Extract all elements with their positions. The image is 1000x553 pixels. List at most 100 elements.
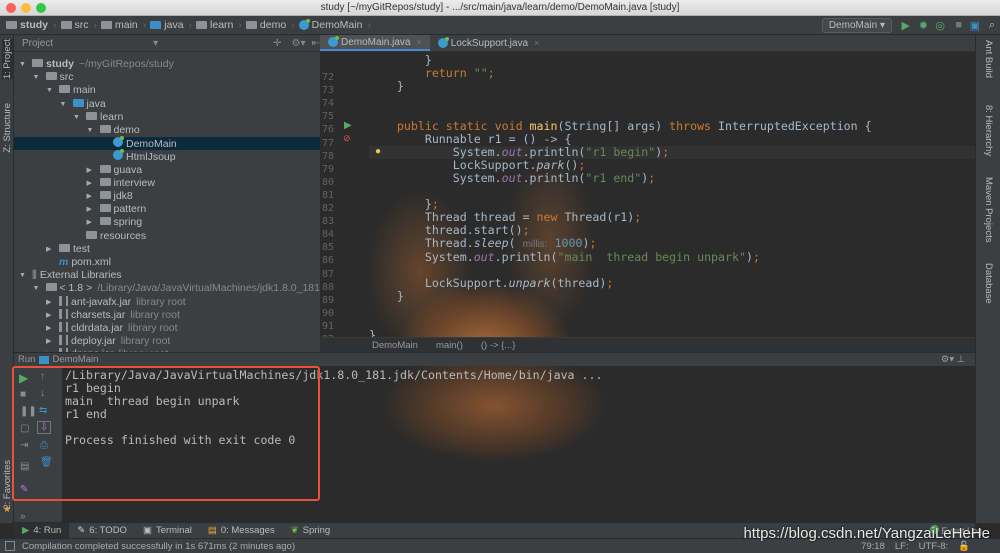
lightbulb-icon[interactable]: ● [375,146,381,157]
tree-item[interactable]: ▶ cldrdata.jar library root [14,322,320,335]
breadcrumb-item[interactable]: DemoMain › [298,19,371,31]
run-gutter-icon[interactable]: ▶ [344,120,352,131]
tree-item[interactable]: ▶ deploy.jar library root [14,335,320,348]
project-structure-button[interactable]: ▣ [970,19,980,32]
code-editor[interactable]: DemoMain.java × LockSupport.java × 72 73 74 75… [320,35,975,352]
tree-item[interactable]: ▶ guava [14,164,320,177]
tool-tab-maven-projects[interactable]: Maven Projects [983,177,994,242]
breadcrumb-item[interactable]: demo › [245,19,295,31]
locate-icon[interactable]: ✛ [273,38,281,49]
jar-icon [59,308,68,319]
toggle-tool-windows-icon[interactable] [5,541,15,551]
debug-button[interactable]: ✹ [919,19,928,32]
tree-item[interactable]: ▼ java [14,98,320,111]
tree-item[interactable]: resources [14,230,320,243]
run-configuration-select[interactable]: DemoMain ▾ [821,18,892,33]
more-icon[interactable]: » [20,511,26,522]
stop-button[interactable]: ■ [955,19,962,31]
expand-right-icon[interactable]: ▶ [46,309,51,322]
project-view-select[interactable]: Project [22,38,53,49]
file-encoding[interactable]: UTF-8: [919,541,949,552]
breakpoint-icon[interactable]: ⊘ [343,133,351,144]
minimize-window-button[interactable] [21,3,31,13]
tool-tab-database[interactable]: Database [983,263,994,304]
editor-breadcrumb-item[interactable]: () -> {...} [481,340,516,351]
expand-right-icon[interactable]: ▶ [46,296,51,309]
expand-down-icon[interactable]: ▼ [19,58,26,71]
tree-item[interactable]: DemoMain [14,136,320,151]
breadcrumb-item[interactable]: main › [101,19,146,31]
tree-item[interactable]: ▼ learn [14,111,320,124]
breadcrumb-item[interactable]: learn › [196,19,242,31]
tree-item[interactable]: m pom.xml [14,256,320,269]
editor-breadcrumb-item[interactable]: main() [436,340,463,351]
line-number: 82 [322,203,335,214]
expand-right-icon[interactable]: ▶ [46,335,51,348]
run-button[interactable]: ▶ [902,19,910,32]
tool-tab-ant-build[interactable]: Ant Build [983,40,994,78]
expand-down-icon[interactable]: ▼ [73,111,80,124]
expand-right-icon[interactable]: ▶ [46,243,51,256]
expand-right-icon[interactable]: ▶ [87,190,92,203]
tool-tab-structure[interactable]: Z: Structure [2,103,13,153]
editor-tab[interactable]: DemoMain.java × [320,35,430,51]
editor-breadcrumb-item[interactable]: DemoMain [372,340,418,351]
bottom-tab[interactable]: ▤ 0: Messages [200,523,283,539]
tree-item[interactable]: ▶ charsets.jar library root [14,308,320,322]
expand-down-icon[interactable]: ▼ [33,282,40,295]
expand-down-icon[interactable]: ▼ [46,84,53,97]
expand-down-icon[interactable]: ▼ [87,124,94,137]
bottom-tab[interactable]: ❦ Spring [283,523,338,539]
view-dropdown-icon[interactable]: ▾ [153,38,158,49]
run-tab-demomain[interactable]: DemoMain [52,354,98,365]
tool-tab-hierarchy[interactable]: 8: Hierarchy [983,105,994,156]
package-icon [99,191,111,199]
expand-down-icon[interactable]: ▼ [33,71,40,84]
tree-item[interactable]: ▼ demo [14,124,320,137]
bottom-tab[interactable]: ✎ 6: TODO [69,523,135,539]
expand-right-icon[interactable]: ▶ [46,322,51,335]
tool-tab-project[interactable]: 1: Project [2,39,13,80]
lock-icon[interactable]: 🔓 [958,541,970,552]
code-line: System.out.println("r1 begin"); [369,145,975,159]
expand-right-icon[interactable]: ▶ [87,203,92,216]
collapse-icon[interactable]: ⇤ [312,38,320,49]
breadcrumb-item[interactable]: java › [150,19,192,31]
close-tab-icon[interactable]: × [416,37,421,47]
package-icon [99,125,111,133]
coverage-button[interactable]: ◎ [935,19,945,32]
bottom-tab[interactable]: ▣ Terminal [135,523,200,539]
gear-icon[interactable]: ⚙▾ [292,38,306,49]
close-tab-icon[interactable]: × [534,38,539,48]
expand-down-icon[interactable]: ▼ [19,269,26,282]
expand-right-icon[interactable]: ▶ [87,177,92,190]
editor-tab[interactable]: LockSupport.java × [430,35,548,51]
tree-item[interactable]: HtmlJsoup [14,149,320,163]
tree-item[interactable]: ▶ pattern [14,203,320,216]
close-window-button[interactable] [6,3,16,13]
tree-item-label: charsets.jar [71,308,126,321]
bottom-tab[interactable]: ▶ 4: Run [14,522,70,539]
search-icon[interactable]: ⌕ [989,19,995,32]
breadcrumb-item[interactable]: src › [60,19,97,31]
tree-item[interactable]: ▼ study ~/myGitRepos/study [14,58,320,71]
tree-item[interactable]: ▼ ⫼ External Libraries [14,269,320,282]
maximize-window-button[interactable] [36,3,46,13]
tree-item-label: src [59,71,74,84]
breadcrumb-item[interactable]: study › [6,19,57,31]
package-icon [99,217,111,226]
expand-down-icon[interactable]: ▼ [60,98,67,111]
tree-item[interactable]: ▶ test [14,243,320,256]
tree-item[interactable]: ▼ main [14,84,320,97]
tree-item[interactable]: ▶ jdk8 [14,190,320,203]
tree-item[interactable]: ▶ ant-javafx.jar library root [14,295,320,309]
expand-right-icon[interactable]: ▶ [87,216,92,229]
line-separator[interactable]: LF: [895,541,909,552]
caret-position[interactable]: 79:18 [861,541,885,552]
tree-item[interactable]: ▶ interview [14,177,320,190]
tree-item[interactable]: ▼ src [14,71,320,84]
run-settings-gear-icon[interactable]: ⚙▾ ⊥ [941,354,965,365]
tree-item[interactable]: ▼ < 1.8 > /Library/Java/JavaVirtualMachine… [14,282,321,295]
tree-item[interactable]: ▶ spring [14,216,320,229]
expand-right-icon[interactable]: ▶ [87,164,92,177]
